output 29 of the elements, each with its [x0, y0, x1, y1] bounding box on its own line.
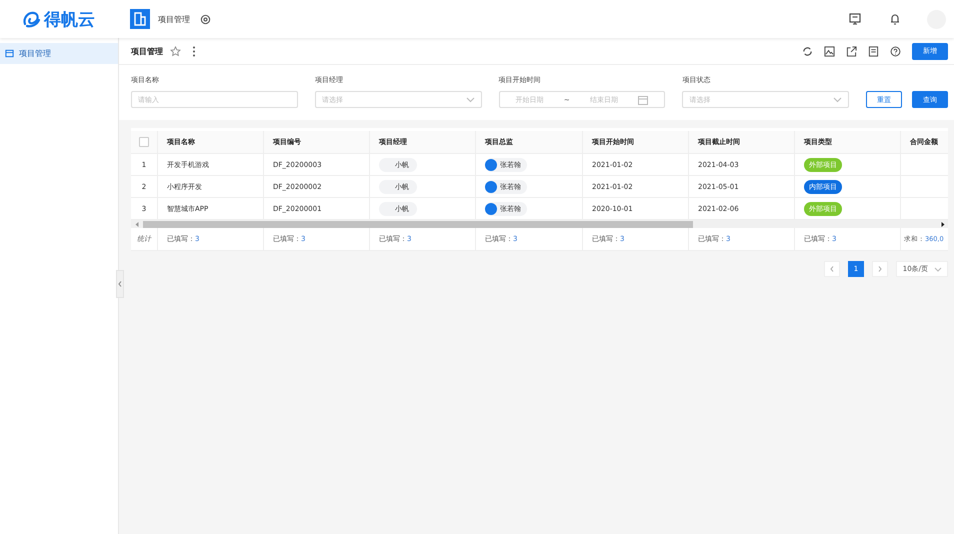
avatar	[485, 158, 497, 170]
settings-icon[interactable]	[200, 14, 211, 24]
page-title: 项目管理	[131, 46, 163, 56]
document-icon[interactable]	[868, 46, 879, 56]
star-icon[interactable]	[170, 46, 181, 56]
calendar-icon	[5, 49, 14, 58]
refresh-icon[interactable]	[802, 46, 813, 56]
scrollbar[interactable]	[143, 220, 693, 228]
sidebar-item[interactable]: 项目管理	[0, 43, 118, 64]
logo-text: 得帆云	[44, 8, 95, 30]
bell-icon[interactable]	[889, 13, 901, 25]
calendar-icon	[638, 94, 648, 104]
chevron-down-icon	[833, 96, 842, 102]
avatar	[485, 202, 497, 214]
help-icon[interactable]	[890, 46, 901, 56]
chevron-right-icon	[878, 266, 882, 272]
collapse-handle[interactable]	[116, 270, 124, 298]
monitor-icon[interactable]	[849, 13, 861, 25]
logo-icon	[22, 10, 42, 28]
chevron-down-icon	[934, 266, 942, 272]
building-icon[interactable]	[130, 9, 150, 29]
share-icon[interactable]	[846, 46, 857, 56]
image-icon[interactable]	[824, 46, 835, 56]
avatar	[485, 180, 497, 192]
more-icon[interactable]	[192, 46, 196, 56]
checkbox[interactable]	[139, 137, 149, 147]
chevron-down-icon	[466, 96, 474, 102]
chevron-left-icon	[830, 266, 834, 272]
app-name: 项目管理	[158, 14, 190, 24]
